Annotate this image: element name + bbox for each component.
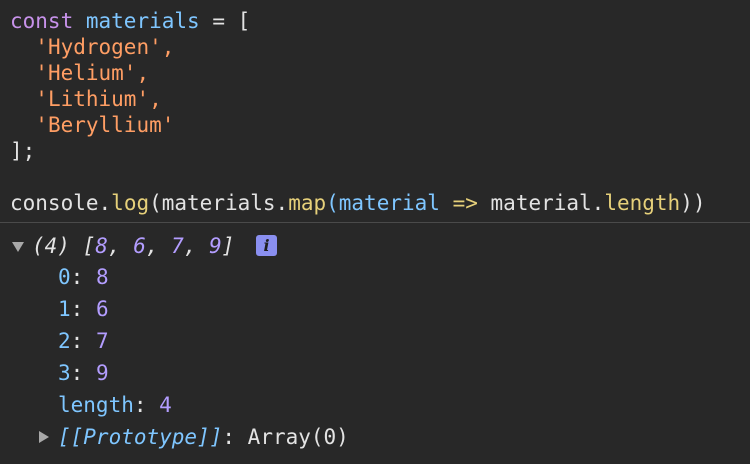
call-close: ))	[680, 191, 706, 215]
array-entry: 3: 9	[58, 361, 109, 385]
code-editor: const materials = [ 'Hydrogen', 'Helium'…	[0, 0, 750, 222]
array-close: ]	[221, 234, 235, 258]
entry-value: 6	[95, 297, 109, 321]
arrow-operator: =>	[452, 191, 478, 215]
code-line-2: 'Hydrogen',	[10, 34, 174, 60]
array-open: [	[82, 234, 96, 258]
call-open: (materials.	[149, 191, 289, 215]
triangle-right-icon[interactable]	[39, 431, 49, 443]
keyword-const: const	[10, 9, 74, 33]
entry-value: 7	[95, 329, 109, 353]
summary-value: 8	[95, 234, 108, 258]
entry-value: 9	[95, 361, 109, 385]
string-item: 'Hydrogen',	[35, 35, 175, 59]
summary-value: 7	[171, 234, 184, 258]
variable-materials: materials	[85, 9, 200, 33]
code-line-4: 'Lithium',	[10, 86, 162, 112]
info-icon[interactable]: i	[256, 235, 277, 256]
code-line-5: 'Beryllium'	[10, 112, 174, 138]
entry-key: 3	[58, 361, 71, 385]
operator-equals: =	[212, 9, 225, 33]
string-item: 'Lithium',	[35, 87, 162, 111]
array-summary[interactable]: (4) [8, 6, 7, 9]	[32, 231, 234, 261]
summary-value: 6	[133, 234, 146, 258]
string-item: 'Beryllium'	[35, 113, 175, 137]
identifier-console: console	[10, 191, 99, 215]
body-material: material.	[490, 191, 605, 215]
console-divider	[0, 222, 750, 223]
param-material: (material	[326, 191, 440, 215]
summary-value: 9	[209, 234, 222, 258]
prototype-entry[interactable]: [[Prototype]]: Array(0)	[58, 422, 349, 452]
code-line-8: console.log(materials.map(material => ma…	[10, 190, 705, 216]
bracket-close: ];	[10, 139, 36, 163]
array-count: (4)	[32, 234, 70, 258]
prototype-value: Array(0)	[247, 425, 349, 449]
code-line-6: ];	[10, 138, 35, 164]
length-value: 4	[159, 393, 172, 417]
entry-key: 1	[58, 297, 71, 321]
entry-value: 8	[95, 265, 109, 289]
bracket-open: [	[237, 9, 251, 33]
prototype-key: [[Prototype]]	[58, 425, 223, 449]
code-line-3: 'Helium',	[10, 60, 149, 86]
method-log: log	[111, 191, 150, 215]
length-entry: length: 4	[58, 393, 172, 417]
triangle-down-icon[interactable]	[12, 242, 24, 252]
string-item: 'Helium',	[35, 61, 150, 85]
length-key: length	[58, 393, 134, 417]
array-entry: 0: 8	[58, 265, 109, 289]
dot: .	[98, 191, 112, 215]
entry-key: 0	[58, 265, 71, 289]
entry-key: 2	[58, 329, 71, 353]
code-line-1: const materials = [	[10, 8, 250, 34]
array-entry: 2: 7	[58, 329, 109, 353]
method-map: map	[288, 191, 327, 215]
property-length: length	[604, 191, 681, 215]
array-entry: 1: 6	[58, 297, 109, 321]
